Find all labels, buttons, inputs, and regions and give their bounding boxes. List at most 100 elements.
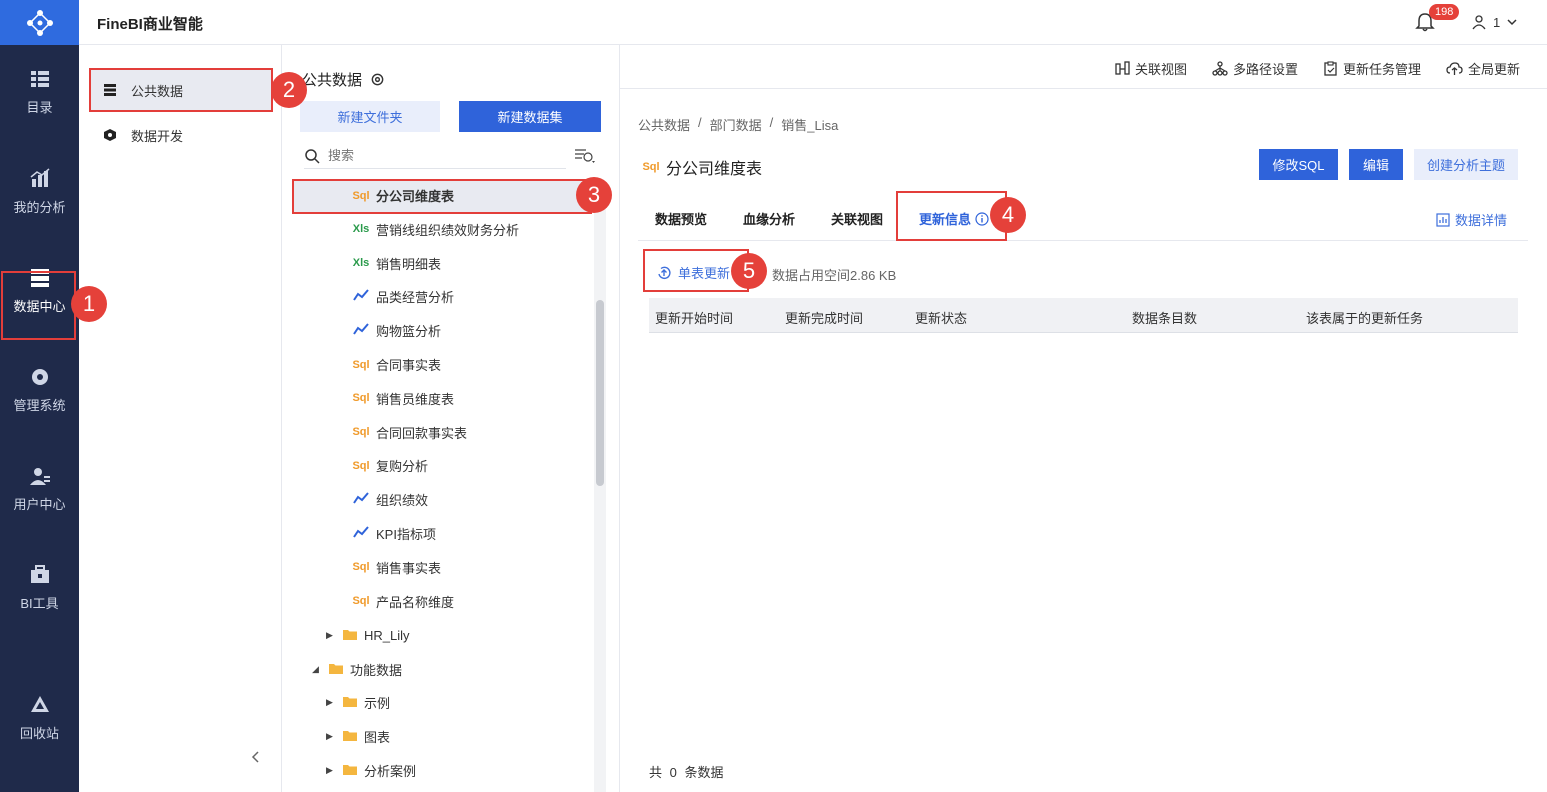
step-marker-1: 1 [71,286,107,322]
caret-right-icon[interactable]: ▶ [326,731,336,742]
breadcrumb-item: 销售_Lisa [781,118,839,133]
tab-related-view[interactable]: 关联视图 [831,209,883,228]
tree-item[interactable]: 品类经营分析 [294,280,594,313]
nav-item-catalog[interactable]: 目录 [0,56,79,126]
notification-badge: 198 [1429,4,1460,20]
data-detail-label: 数据详情 [1455,213,1508,228]
update-task-manage-button[interactable]: 更新任务管理 [1323,59,1421,78]
sub-nav-data-dev[interactable]: 数据开发 [91,115,271,155]
tree-item[interactable]: Sql 销售员维度表 [294,382,594,415]
toolbox-icon [30,564,49,583]
nav-item-management[interactable]: 管理系统 [0,354,79,424]
related-view-button[interactable]: 关联视图 [1115,59,1187,78]
tree-item-label: 销售明细表 [376,256,442,272]
tree-folder[interactable]: ◢ 功能数据 [312,653,402,686]
tree-item-label: KPI指标项 [376,527,436,542]
main-content: 关联视图 多路径设置 更新任务管理 全局更新 公共数据 / 部门数据 / 销售_… [620,45,1547,792]
column-header: 更新开始时间 [655,311,734,326]
sub-navigation: 公共数据 数据开发 [79,45,282,792]
tree-item-label: 产品名称维度 [376,594,455,610]
step-marker-5: 5 [731,253,767,289]
tree-item[interactable]: KPI指标项 [294,517,594,550]
analysis-line-icon [352,289,370,304]
tree-item-label: 复购分析 [376,459,429,475]
nav-item-my-analysis[interactable]: 我的分析 [0,156,79,226]
nav-item-bi-tools[interactable]: BI工具 [0,552,79,622]
search-input[interactable] [328,148,528,163]
tree-folder[interactable]: ▶ HR_Lily [326,619,410,652]
tree-folder[interactable]: ▶ 示例 [326,686,390,719]
logo[interactable] [0,0,79,45]
tree-item[interactable]: Xls 营销线组织绩效财务分析 [294,213,594,246]
step-marker-3: 3 [576,177,612,213]
nav-item-recycle[interactable]: 回收站 [0,682,79,752]
top-header: FineBI商业智能 198 1 [79,0,1547,45]
analysis-line-icon [352,526,370,541]
catalog-icon [30,70,49,87]
caret-right-icon[interactable]: ▶ [326,630,336,641]
highlight-box-1 [1,271,76,340]
sql-file-icon: Sql [352,358,370,371]
filter-sort-icon[interactable] [574,147,596,165]
breadcrumb-item[interactable]: 公共数据 [638,115,690,134]
step-marker-4: 4 [990,197,1026,233]
tree-item[interactable]: Xls 销售明细表 [294,247,594,280]
tree-scrollbar-thumb[interactable] [596,300,604,486]
recycle-icon [30,695,49,712]
caret-down-icon[interactable]: ◢ [312,664,322,675]
global-update-button[interactable]: 全局更新 [1446,59,1520,78]
data-size-text: 数据占用空间2.86 KB [772,268,897,283]
tree-folder[interactable]: ▶ 图表 [326,720,390,753]
tree-item[interactable]: Sql 销售事实表 [294,551,594,584]
tree-folder[interactable]: ▶ 分析案例 [326,754,416,787]
user-menu[interactable]: 1 [1471,14,1518,30]
tree-item[interactable]: Sql 合同回款事实表 [294,416,594,449]
multipath-settings-button[interactable]: 多路径设置 [1212,59,1298,78]
tree-item[interactable]: 组织绩效 [294,483,594,516]
hierarchy-icon [1212,61,1228,76]
tree-item-label: 购物篮分析 [376,324,442,340]
nav-label: 用户中心 [13,496,66,512]
nav-item-user-center[interactable]: 用户中心 [0,453,79,523]
sub-nav-label: 数据开发 [131,128,184,144]
record-count: 共 0 条数据 [649,762,724,781]
edit-button[interactable]: 编辑 [1349,149,1403,180]
data-detail-link[interactable]: 数据详情 [1436,210,1507,229]
folder-icon [328,662,344,678]
new-folder-button[interactable]: 新建文件夹 [300,101,440,132]
column-header: 数据条目数 [1132,311,1198,326]
create-analysis-topic-button[interactable]: 创建分析主题 [1414,149,1518,180]
tree-item[interactable]: Sql 复购分析 [294,449,594,482]
folder-icon [342,729,358,745]
excel-file-icon: Xls [352,257,370,270]
caret-right-icon[interactable]: ▶ [326,697,336,708]
tab-lineage[interactable]: 血缘分析 [743,209,795,228]
toolbar-label: 多路径设置 [1233,62,1299,77]
sql-file-icon: Sql [352,426,370,439]
analysis-line-icon [352,492,370,507]
edit-sql-button[interactable]: 修改SQL [1259,149,1338,180]
tree-folder-label: 功能数据 [350,663,403,678]
tree-item[interactable]: Sql 产品名称维度 [294,585,594,618]
tree-item[interactable]: 购物篮分析 [294,314,594,347]
sql-file-icon: Sql [352,595,370,608]
breadcrumb: 公共数据 / 部门数据 / 销售_Lisa [638,115,838,134]
count-value: 0 [669,765,677,780]
tab-data-preview[interactable]: 数据预览 [655,209,707,228]
settings-gear-icon[interactable] [370,72,385,87]
column-header: 更新完成时间 [785,311,864,326]
tree-folder-label: 示例 [364,696,391,711]
left-navigation: 目录 我的分析 数据中心 管理系统 用户中心 BI工具 回收站 [0,0,79,792]
nav-label: 目录 [26,99,53,115]
sql-type-icon: Sql [642,161,660,173]
breadcrumb-item[interactable]: 部门数据 [710,115,762,134]
new-dataset-button[interactable]: 新建数据集 [459,101,601,132]
sql-file-icon: Sql [352,561,370,574]
caret-right-icon[interactable]: ▶ [326,765,336,776]
tree-item[interactable]: Sql 合同事实表 [294,348,594,381]
tree-scrollbar-track[interactable] [594,181,606,792]
tree-item-label: 品类经营分析 [376,290,455,306]
panel-title-text: 公共数据 [302,72,363,89]
folder-icon [342,695,358,711]
chevron-left-icon[interactable] [249,750,263,764]
